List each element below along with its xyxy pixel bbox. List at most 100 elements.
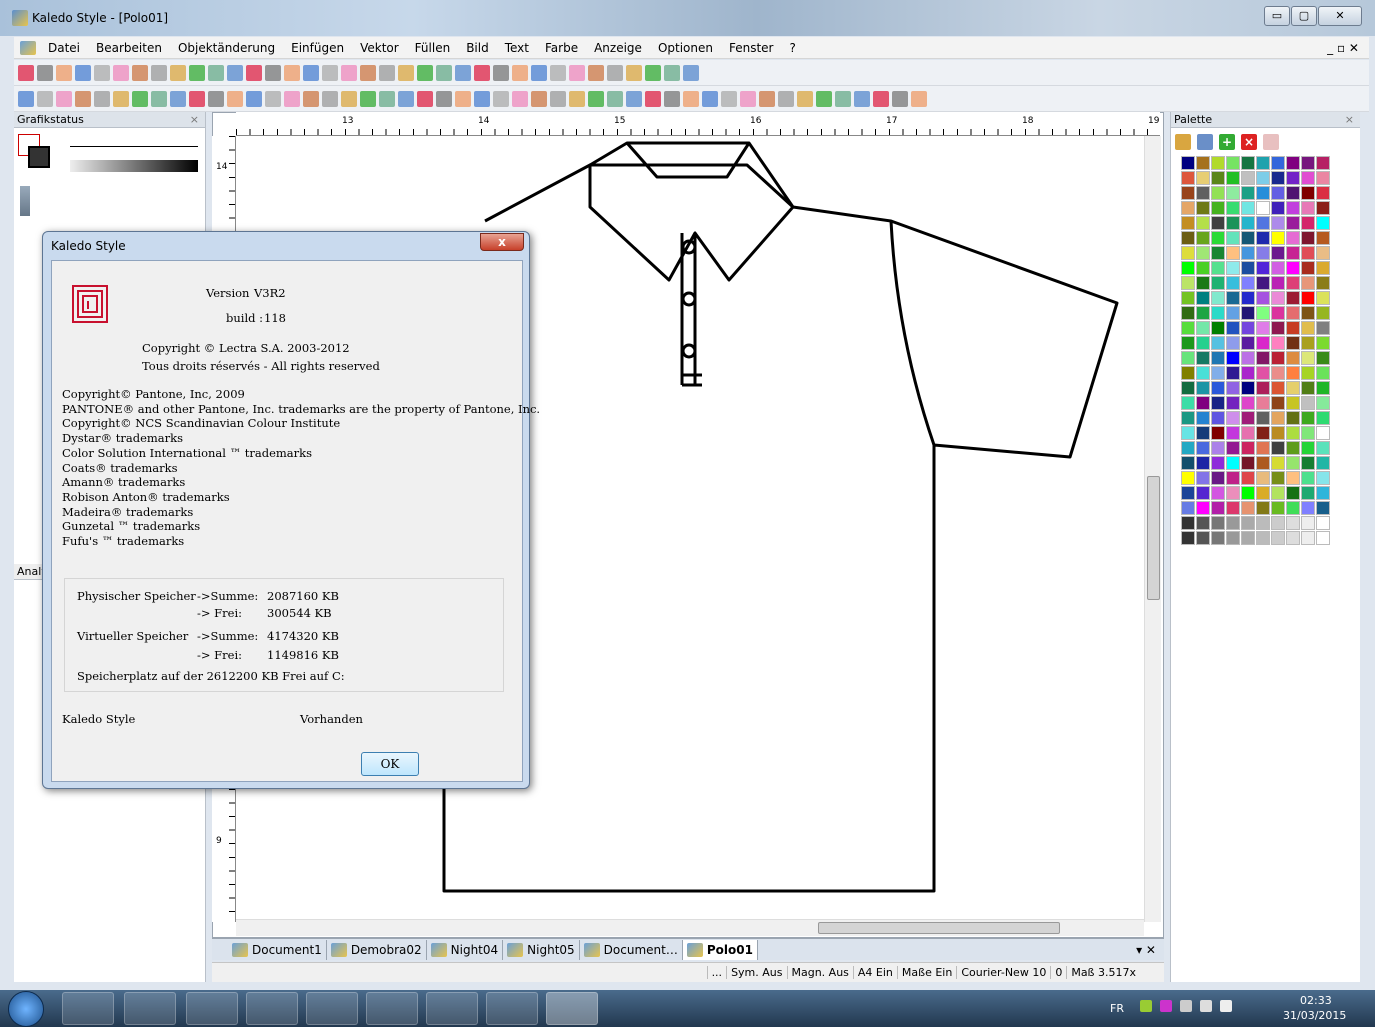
- menu-bearbeiten[interactable]: Bearbeiten: [88, 41, 170, 55]
- color-swatch[interactable]: [1241, 306, 1255, 320]
- color-swatch[interactable]: [1271, 306, 1285, 320]
- color-swatch[interactable]: [1316, 471, 1330, 485]
- tab-night05[interactable]: Night05: [503, 939, 580, 960]
- color-swatch[interactable]: [1301, 291, 1315, 305]
- color-swatch[interactable]: [1196, 531, 1210, 545]
- toolbar-tool-icon[interactable]: [170, 91, 186, 107]
- color-swatch[interactable]: [1211, 201, 1225, 215]
- color-swatch[interactable]: [1301, 216, 1315, 230]
- toolbar-tool-icon[interactable]: [18, 91, 34, 107]
- toolbar-tool-icon[interactable]: [683, 65, 699, 81]
- document-controls[interactable]: _ ▫ ✕: [1319, 41, 1369, 55]
- trash-icon[interactable]: [20, 186, 30, 216]
- color-swatch[interactable]: [1301, 231, 1315, 245]
- color-swatch[interactable]: [1226, 186, 1240, 200]
- color-swatch[interactable]: [1196, 471, 1210, 485]
- color-swatch[interactable]: [1301, 201, 1315, 215]
- color-swatch[interactable]: [1211, 306, 1225, 320]
- color-swatch[interactable]: [1286, 336, 1300, 350]
- color-swatch[interactable]: [1286, 306, 1300, 320]
- menu-datei[interactable]: Datei: [40, 41, 88, 55]
- toolbar-tool-icon[interactable]: [854, 91, 870, 107]
- toolbar-tool-icon[interactable]: [455, 91, 471, 107]
- tray-icon[interactable]: [1140, 1000, 1152, 1012]
- scroll-thumb[interactable]: [818, 922, 1060, 934]
- color-swatch[interactable]: [1271, 411, 1285, 425]
- color-swatch[interactable]: [1316, 171, 1330, 185]
- color-swatch[interactable]: [1316, 381, 1330, 395]
- toolbar-tool-icon[interactable]: [721, 91, 737, 107]
- color-swatch[interactable]: [1271, 441, 1285, 455]
- color-swatch[interactable]: [1256, 396, 1270, 410]
- toolbar-tool-icon[interactable]: [170, 65, 186, 81]
- color-swatch[interactable]: [1226, 156, 1240, 170]
- color-swatch[interactable]: [1301, 486, 1315, 500]
- toolbar-tool-icon[interactable]: [664, 65, 680, 81]
- color-swatch[interactable]: [1241, 456, 1255, 470]
- gradient-preview[interactable]: [70, 160, 198, 172]
- color-swatch[interactable]: [1286, 486, 1300, 500]
- paint-taskbar-icon[interactable]: [486, 992, 538, 1025]
- color-swatch[interactable]: [1196, 516, 1210, 530]
- toolbar-tool-icon[interactable]: [531, 65, 547, 81]
- color-swatch[interactable]: [1241, 156, 1255, 170]
- color-swatch[interactable]: [1286, 456, 1300, 470]
- color-swatch[interactable]: [1301, 276, 1315, 290]
- color-swatch[interactable]: [1301, 156, 1315, 170]
- toolbar-tool-icon[interactable]: [208, 91, 224, 107]
- toolbar-tool-icon[interactable]: [151, 91, 167, 107]
- color-swatch[interactable]: [1301, 411, 1315, 425]
- color-swatch[interactable]: [1286, 156, 1300, 170]
- color-swatch[interactable]: [1211, 441, 1225, 455]
- toolbar-tool-icon[interactable]: [550, 91, 566, 107]
- color-swatch[interactable]: [1286, 261, 1300, 275]
- color-swatch[interactable]: [1316, 231, 1330, 245]
- color-swatch[interactable]: [1196, 366, 1210, 380]
- toolbar-tool-icon[interactable]: [94, 65, 110, 81]
- toolbar-tool-icon[interactable]: [493, 91, 509, 107]
- color-swatch[interactable]: [1241, 381, 1255, 395]
- color-swatch[interactable]: [1181, 306, 1195, 320]
- color-swatch[interactable]: [1316, 291, 1330, 305]
- kaledo-taskbar-icon[interactable]: [546, 992, 598, 1025]
- color-swatch[interactable]: [1211, 246, 1225, 260]
- color-swatch[interactable]: [1256, 276, 1270, 290]
- color-swatch[interactable]: [1316, 351, 1330, 365]
- color-swatch[interactable]: [1256, 216, 1270, 230]
- color-swatch[interactable]: [1286, 396, 1300, 410]
- color-swatch[interactable]: [1211, 531, 1225, 545]
- color-swatch[interactable]: [1316, 246, 1330, 260]
- color-swatch[interactable]: [1271, 531, 1285, 545]
- toolbar-tool-icon[interactable]: [246, 65, 262, 81]
- color-swatch[interactable]: [1196, 231, 1210, 245]
- vertical-scrollbar[interactable]: [1144, 136, 1161, 922]
- toolbar-tool-icon[interactable]: [132, 91, 148, 107]
- toolbar-tool-icon[interactable]: [588, 91, 604, 107]
- color-swatch[interactable]: [1226, 441, 1240, 455]
- color-swatch[interactable]: [1226, 426, 1240, 440]
- window-taskbar-icon[interactable]: [426, 992, 478, 1025]
- color-swatch[interactable]: [1181, 291, 1195, 305]
- color-swatch[interactable]: [1301, 306, 1315, 320]
- color-swatch[interactable]: [1211, 231, 1225, 245]
- color-swatch[interactable]: [1226, 231, 1240, 245]
- color-swatch[interactable]: [1196, 486, 1210, 500]
- color-swatch[interactable]: [1316, 156, 1330, 170]
- toolbar-tool-icon[interactable]: [56, 65, 72, 81]
- toolbar-tool-icon[interactable]: [664, 91, 680, 107]
- color-swatch[interactable]: [1256, 426, 1270, 440]
- color-swatch[interactable]: [1286, 501, 1300, 515]
- delete-color-icon[interactable]: ×: [1241, 134, 1257, 150]
- color-swatch[interactable]: [1181, 411, 1195, 425]
- menu-fenster[interactable]: Fenster: [721, 41, 782, 55]
- color-swatch[interactable]: [1181, 501, 1195, 515]
- color-swatch[interactable]: [1181, 201, 1195, 215]
- toolbar-tool-icon[interactable]: [417, 91, 433, 107]
- toolbar-tool-icon[interactable]: [740, 91, 756, 107]
- toolbar-tool-icon[interactable]: [379, 91, 395, 107]
- color-swatch[interactable]: [1181, 516, 1195, 530]
- toolbar-tool-icon[interactable]: [683, 91, 699, 107]
- toolbar-tool-icon[interactable]: [75, 65, 91, 81]
- color-swatch[interactable]: [1196, 201, 1210, 215]
- color-swatch[interactable]: [1256, 486, 1270, 500]
